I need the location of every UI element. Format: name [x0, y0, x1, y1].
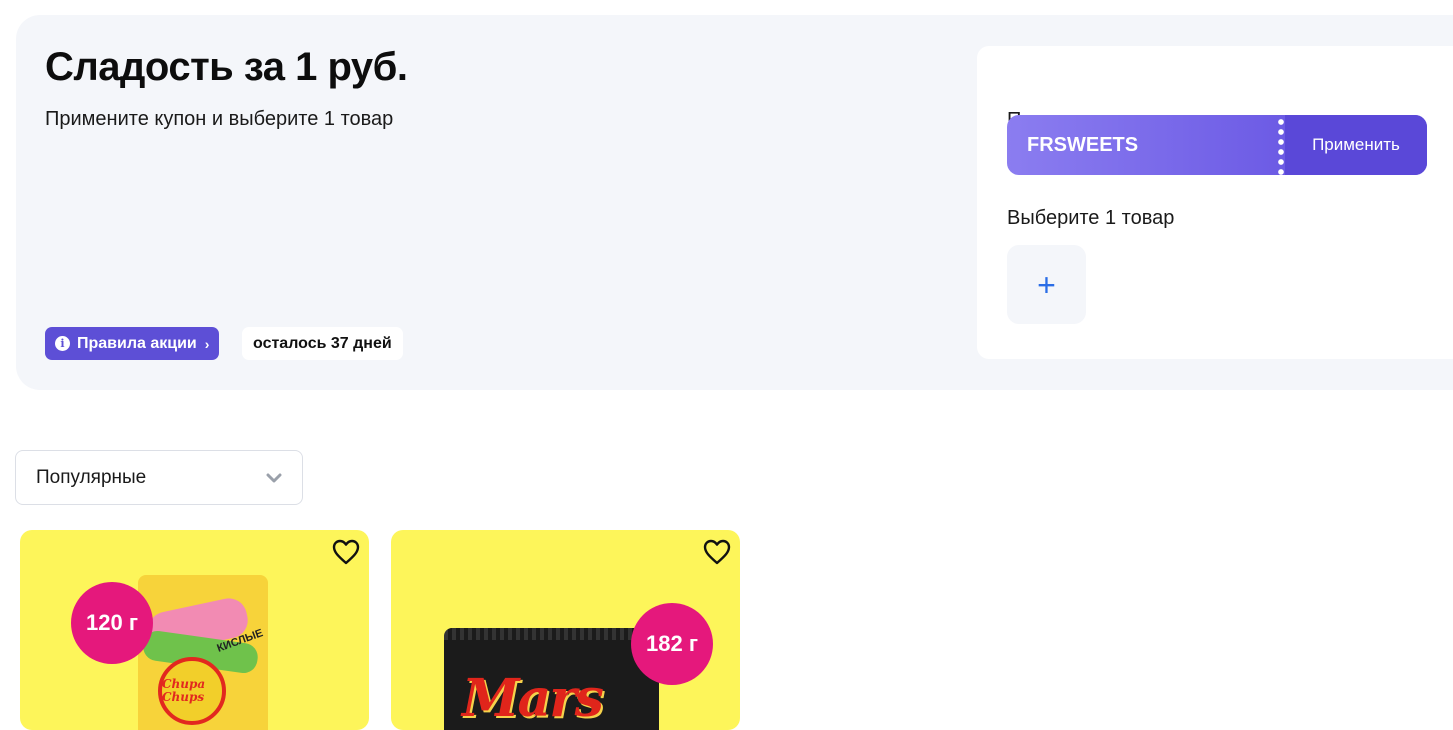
- apply-coupon-button[interactable]: Применить: [1285, 115, 1427, 175]
- brand-logo: Chupa Chups: [158, 657, 226, 725]
- promo-title: Сладость за 1 руб.: [45, 45, 408, 89]
- coupon-code: FRSWEETS: [1027, 133, 1139, 156]
- chevron-down-icon: [266, 473, 282, 482]
- coupon-perforation: [1277, 115, 1285, 175]
- product-card[interactable]: 120 г КИСЛЫЕ Chupa Chups: [20, 530, 369, 730]
- product-card[interactable]: 182 г Mars: [391, 530, 740, 730]
- rules-button[interactable]: i Правила акции ›: [45, 327, 220, 360]
- sort-selected-value: Популярные: [36, 466, 147, 488]
- rules-label: Правила акции: [77, 334, 197, 352]
- sort-select[interactable]: Популярные: [15, 450, 303, 505]
- promo-subtitle: Примените купон и выберите 1 товар: [45, 108, 394, 130]
- days-left-badge: осталось 37 дней: [242, 327, 403, 360]
- promo-panel: Сладость за 1 руб. Примените купон и выб…: [16, 15, 1453, 390]
- product-image: КИСЛЫЕ Chupa Chups: [138, 575, 268, 730]
- brand-logo: Mars: [462, 668, 604, 729]
- info-icon: i: [55, 336, 70, 351]
- product-image: Mars: [444, 628, 659, 730]
- heart-icon[interactable]: [703, 539, 731, 565]
- weight-badge: 120 г: [71, 582, 153, 664]
- heart-icon[interactable]: [332, 539, 360, 565]
- chevron-right-icon: ›: [204, 335, 210, 352]
- coupon-bar: FRSWEETS Применить: [1007, 115, 1427, 175]
- choose-item-label: Выберите 1 товар: [1007, 207, 1175, 229]
- weight-badge: 182 г: [631, 603, 713, 685]
- add-item-button[interactable]: +: [1007, 245, 1086, 324]
- plus-icon: +: [1037, 266, 1056, 303]
